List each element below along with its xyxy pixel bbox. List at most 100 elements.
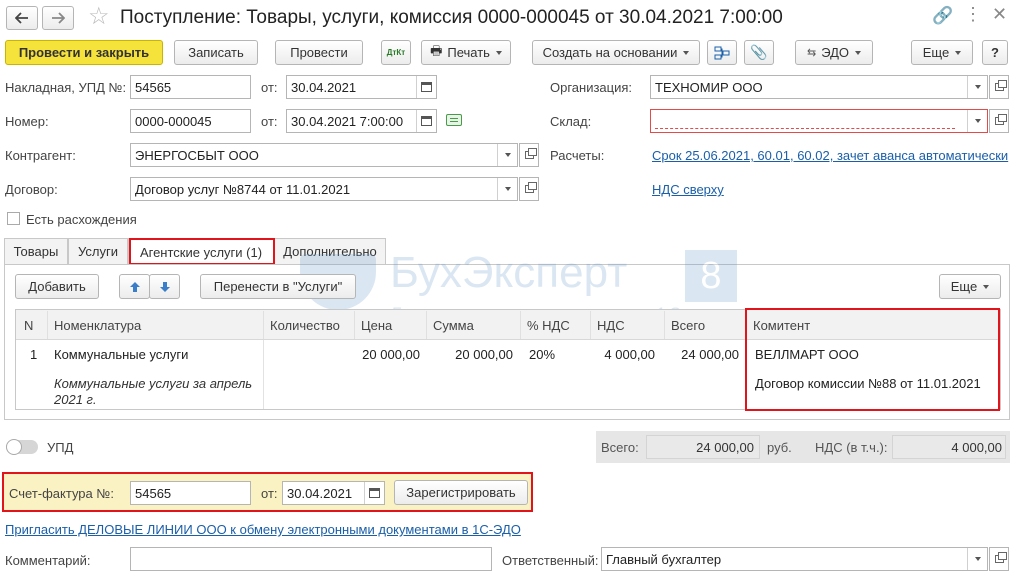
printer-icon: 🖶 xyxy=(430,42,443,58)
post-and-close-button[interactable]: Провести и закрыть xyxy=(5,40,163,65)
window-title: Поступление: Товары, услуги, комиссия 00… xyxy=(120,7,783,28)
counterparty-label: Контрагент: xyxy=(5,148,76,163)
more-button[interactable]: Еще xyxy=(911,40,973,65)
org-open-button[interactable] xyxy=(989,75,1009,99)
invoice-date-value: 30.04.2021 xyxy=(291,79,357,95)
row-item: Коммунальные услуги xyxy=(54,347,189,362)
contract-dropdown-button[interactable] xyxy=(497,178,517,200)
responsible-field[interactable]: Главный бухгалтер xyxy=(601,547,988,571)
move-to-services-button[interactable]: Перенести в "Услуги" xyxy=(200,274,356,299)
comment-field[interactable] xyxy=(130,547,492,571)
counterparty-field[interactable]: ЭНЕРГОСБЫТ ООО xyxy=(130,143,518,167)
warehouse-label: Склад: xyxy=(550,114,592,129)
number-date-field[interactable]: 30.04.2021 7:00:00 xyxy=(286,109,437,133)
number-date-label: от: xyxy=(261,114,278,129)
close-icon[interactable]: ✕ xyxy=(992,4,1007,25)
invoice-date-field[interactable]: 30.04.2021 xyxy=(286,75,437,99)
discrepancy-checkbox[interactable] xyxy=(7,212,20,225)
number-field[interactable]: 0000-000045 xyxy=(130,109,251,133)
comment-label: Комментарий: xyxy=(5,553,91,568)
move-down-button[interactable] xyxy=(149,274,180,299)
col-header-qty[interactable]: Количество xyxy=(263,311,354,339)
table-more-button[interactable]: Еще xyxy=(939,274,1001,299)
col-header-vat-rate[interactable]: % НДС xyxy=(520,311,590,339)
calendar-button[interactable] xyxy=(416,76,436,98)
open-icon xyxy=(524,182,537,193)
total-label: Всего: xyxy=(601,440,639,455)
calendar-icon xyxy=(369,488,380,498)
more-label: Еще xyxy=(922,45,950,60)
contract-label: Договор: xyxy=(5,182,58,197)
hierarchy-icon xyxy=(714,46,730,59)
col-header-price[interactable]: Цена xyxy=(354,311,426,339)
create-based-button[interactable]: Создать на основании xyxy=(532,40,700,65)
vat-link[interactable]: НДС сверху xyxy=(652,182,724,197)
currency-label: руб. xyxy=(767,440,792,455)
post-button[interactable]: Провести xyxy=(275,40,363,65)
arrow-right-icon xyxy=(52,12,65,24)
settlements-label: Расчеты: xyxy=(550,148,605,163)
calendar-button[interactable] xyxy=(416,110,436,132)
tab-agent-services[interactable]: Агентские услуги (1) xyxy=(128,238,274,265)
edo-invite-link[interactable]: Пригласить ДЕЛОВЫЕ ЛИНИИ ООО к обмену эл… xyxy=(5,522,521,537)
contract-open-button[interactable] xyxy=(519,177,539,201)
calendar-button[interactable] xyxy=(364,482,384,504)
tab-additional[interactable]: Дополнительно xyxy=(274,238,386,264)
move-up-button[interactable] xyxy=(119,274,150,299)
settlements-link[interactable]: Срок 25.06.2021, 60.01, 60.02, зачет ава… xyxy=(652,148,1008,163)
responsible-open-button[interactable] xyxy=(989,547,1009,571)
counterparty-dropdown-button[interactable] xyxy=(497,144,517,166)
row-sum: 20 000,00 xyxy=(455,347,513,362)
invoice-number-field[interactable]: 54565 xyxy=(130,75,251,99)
responsible-dropdown-button[interactable] xyxy=(967,548,987,570)
arrow-left-icon xyxy=(15,12,28,24)
counterparty-value: ЭНЕРГОСБЫТ ООО xyxy=(135,147,259,163)
link-icon[interactable]: 🔗 xyxy=(932,6,953,26)
org-label: Организация: xyxy=(550,80,633,95)
save-button[interactable]: Записать xyxy=(174,40,258,65)
help-button[interactable]: ? xyxy=(982,40,1008,65)
arrow-down-icon xyxy=(159,281,170,292)
history-icon[interactable] xyxy=(446,114,462,126)
print-label: Печать xyxy=(447,45,490,60)
org-value: ТЕХНОМИР ООО xyxy=(655,79,763,95)
col-header-n[interactable]: N xyxy=(16,311,47,339)
col-header-item[interactable]: Номенклатура xyxy=(47,311,263,339)
org-dropdown-button[interactable] xyxy=(967,76,987,98)
counterparty-open-button[interactable] xyxy=(519,143,539,167)
structure-button[interactable] xyxy=(707,40,737,65)
responsible-label: Ответственный: xyxy=(502,553,599,568)
row-price: 20 000,00 xyxy=(362,347,420,362)
back-button[interactable] xyxy=(6,6,38,30)
add-button[interactable]: Добавить xyxy=(15,274,99,299)
attach-button[interactable]: 📎 xyxy=(744,40,774,65)
invoice-date-picker[interactable]: 30.04.2021 xyxy=(282,481,385,505)
warehouse-dropdown-button[interactable] xyxy=(967,110,987,132)
open-icon xyxy=(524,148,537,159)
edo-button[interactable]: ⇆ ЭДО xyxy=(795,40,873,65)
discrepancy-label: Есть расхождения xyxy=(26,212,137,227)
register-button[interactable]: Зарегистрировать xyxy=(394,480,528,505)
print-button[interactable]: 🖶 Печать xyxy=(421,40,511,65)
open-icon xyxy=(994,114,1007,125)
invoice-label: Счет-фактура №: xyxy=(9,486,114,501)
warehouse-open-button[interactable] xyxy=(989,109,1009,133)
dt-kt-button[interactable]: ДтКт xyxy=(381,40,411,65)
invoice-field[interactable]: 54565 xyxy=(130,481,251,505)
upd-toggle[interactable] xyxy=(6,439,38,455)
warehouse-field[interactable] xyxy=(650,109,988,133)
row-principal-contract: Договор комиссии №88 от 11.01.2021 xyxy=(755,376,981,391)
contract-field[interactable]: Договор услуг №8744 от 11.01.2021 xyxy=(130,177,518,201)
forward-button[interactable] xyxy=(42,6,74,30)
arrow-up-icon xyxy=(129,281,140,292)
col-header-total[interactable]: Всего xyxy=(664,311,746,339)
col-header-sum[interactable]: Сумма xyxy=(426,311,520,339)
org-field[interactable]: ТЕХНОМИР ООО xyxy=(650,75,988,99)
col-header-vat[interactable]: НДС xyxy=(590,311,664,339)
edo-label: ЭДО xyxy=(821,45,850,60)
favorite-star-icon[interactable]: ☆ xyxy=(88,3,110,31)
more-vertical-icon[interactable]: ⋮ xyxy=(964,4,982,25)
tab-goods[interactable]: Товары xyxy=(4,238,68,264)
col-header-principal[interactable]: Комитент xyxy=(746,311,1000,339)
tab-services[interactable]: Услуги xyxy=(68,238,128,264)
